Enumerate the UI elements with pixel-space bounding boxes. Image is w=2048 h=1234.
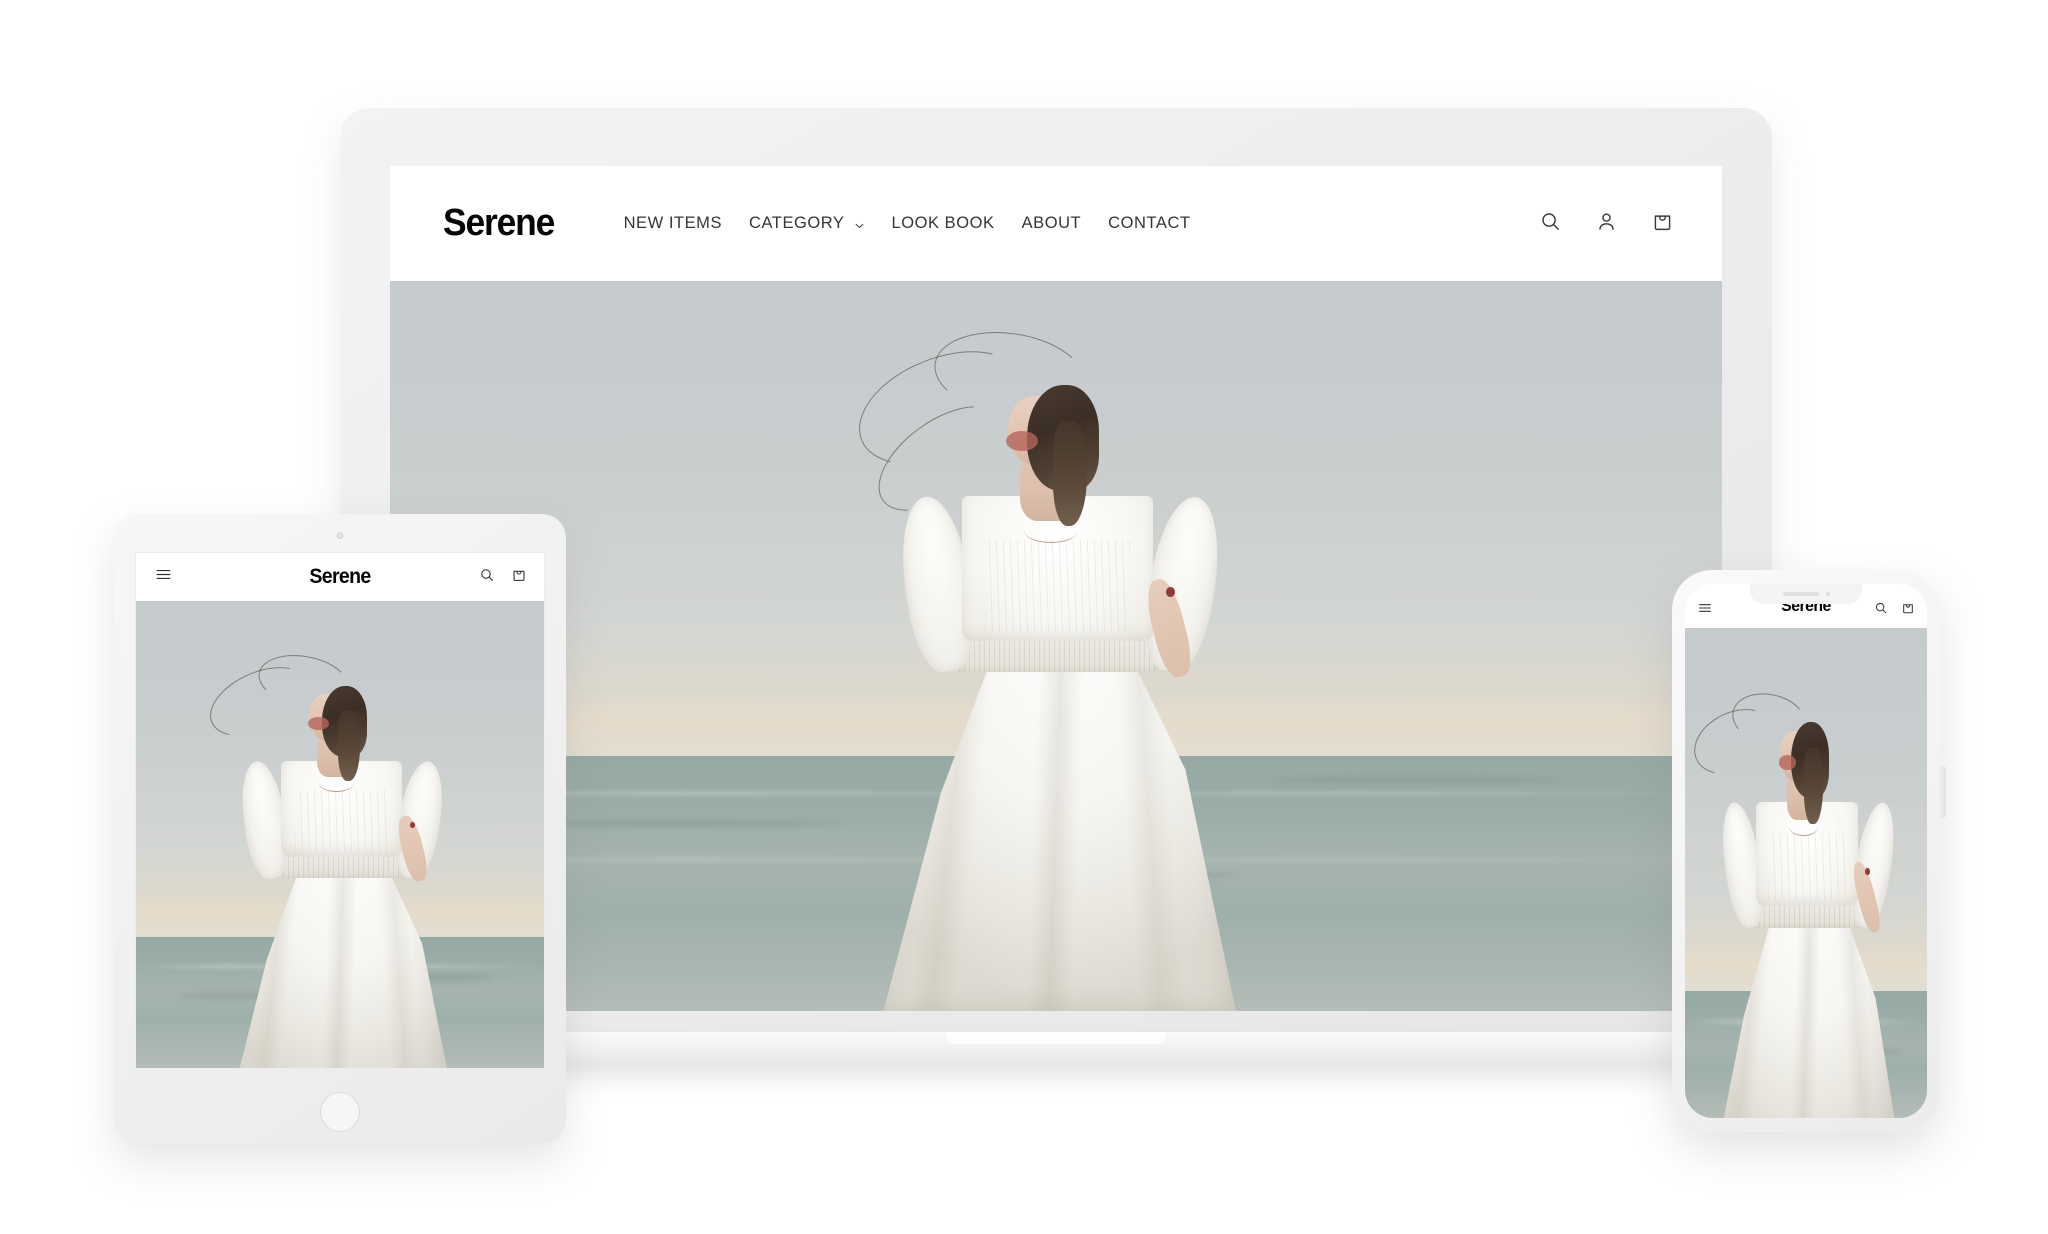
model-hair-strand: [337, 710, 360, 781]
model-nail: [1166, 587, 1175, 598]
laptop-base-notch: [946, 1032, 1166, 1044]
phone-power-button[interactable]: [1939, 766, 1946, 818]
desktop-logo[interactable]: Serene: [443, 202, 555, 245]
hero-photo-desktop: [390, 281, 1722, 1011]
model-nail: [1865, 867, 1870, 875]
hero-photo-tablet: [136, 601, 544, 1068]
laptop-screen: Serene NEW ITEMS CATEGORY LOOK BOOK ABOU…: [390, 166, 1722, 1011]
tablet-device: Serene: [114, 514, 566, 1144]
nav-item-contact[interactable]: CONTACT: [1108, 214, 1190, 233]
account-icon[interactable]: [1595, 210, 1618, 238]
phone-notch: [1750, 584, 1862, 604]
shopping-bag-icon[interactable]: [1901, 601, 1915, 620]
model-hair-strand: [1804, 748, 1823, 824]
search-icon[interactable]: [1874, 601, 1888, 620]
model-hair-strand: [1052, 420, 1088, 527]
hero-model-figure: [1685, 686, 1903, 1118]
hero-model-figure: [200, 648, 455, 1068]
desktop-site-header: Serene NEW ITEMS CATEGORY LOOK BOOK ABOU…: [390, 166, 1722, 281]
phone-screen: Serene: [1685, 584, 1927, 1118]
phone-header-actions: [1874, 601, 1915, 620]
nav-item-category-label[interactable]: CATEGORY: [749, 214, 844, 233]
hero-model-figure: [842, 322, 1236, 1011]
tablet-front-camera-icon: [336, 532, 344, 539]
search-icon[interactable]: [1539, 210, 1562, 238]
phone-device: Serene: [1672, 570, 1946, 1132]
desktop-hero-image: [390, 281, 1722, 1011]
model-lips: [1005, 430, 1038, 451]
tablet-home-button[interactable]: [320, 1092, 360, 1132]
nav-item-look-book[interactable]: LOOK BOOK: [892, 214, 995, 233]
mockup-canvas: Serene NEW ITEMS CATEGORY LOOK BOOK ABOU…: [0, 0, 2048, 1234]
search-icon[interactable]: [479, 567, 495, 588]
chevron-down-icon: [854, 218, 865, 229]
shopping-bag-icon[interactable]: [511, 567, 527, 588]
phone-front-camera-icon: [1825, 592, 1830, 596]
hamburger-menu-icon[interactable]: [154, 565, 173, 589]
model-lips: [307, 716, 329, 731]
tablet-site-header: Serene: [136, 553, 544, 601]
nav-item-about[interactable]: ABOUT: [1022, 214, 1082, 233]
nav-item-new-items[interactable]: NEW ITEMS: [624, 214, 722, 233]
nav-item-category[interactable]: CATEGORY: [749, 214, 864, 233]
desktop-header-actions: [1539, 210, 1674, 238]
tablet-screen: Serene: [135, 552, 545, 1069]
shopping-bag-icon[interactable]: [1651, 210, 1674, 238]
desktop-primary-nav: NEW ITEMS CATEGORY LOOK BOOK ABOUT CONTA…: [624, 214, 1191, 233]
hero-photo-phone: [1685, 628, 1927, 1118]
tablet-header-actions: [479, 567, 527, 588]
model-skirt: [883, 621, 1236, 1011]
tablet-logo[interactable]: Serene: [309, 565, 371, 589]
model-lips: [1778, 755, 1797, 770]
phone-hero-image: [1685, 628, 1927, 1118]
tablet-hero-image: [136, 601, 544, 1068]
phone-speaker-icon: [1782, 592, 1819, 596]
hamburger-menu-icon[interactable]: [1697, 600, 1713, 621]
